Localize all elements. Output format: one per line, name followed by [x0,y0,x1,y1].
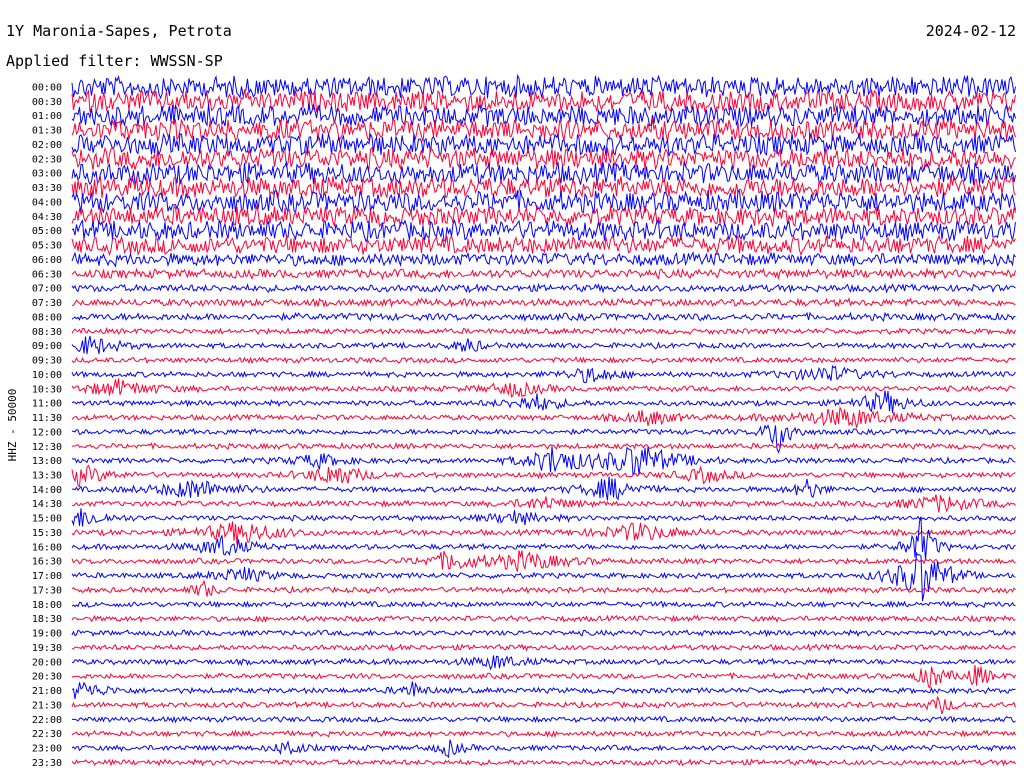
trace-row-0030 [71,89,1016,114]
trace-row-1030 [71,378,1016,398]
time-label: 14:30 [32,499,62,510]
time-label: 07:00 [32,284,62,295]
trace-row-2300 [71,739,1016,759]
trace-row-2000 [71,655,1016,671]
time-label: 14:00 [32,485,62,496]
time-label: 02:30 [32,154,62,165]
time-label: 04:00 [32,198,62,209]
trace-row-1500 [71,508,1016,527]
trace-row-1730 [71,579,1016,597]
time-label: 21:00 [32,686,62,697]
time-label: 15:30 [32,528,62,539]
time-label: 08:30 [32,327,62,338]
time-label: 13:00 [32,456,62,467]
trace-row-0830 [71,326,1016,336]
y-axis-label: HHZ - 50000 [6,389,19,462]
trace-row-1230 [71,441,1016,451]
time-label: 09:00 [32,341,62,352]
trace-row-2330 [71,758,1016,767]
time-label: 02:00 [32,140,62,151]
trace-row-0730 [72,297,1016,309]
time-label: 08:00 [32,312,62,323]
trace-row-0530 [71,234,1016,257]
trace-row-2030 [71,664,1016,689]
time-label: 23:30 [32,758,62,769]
trace-row-1600 [71,517,1016,561]
trace-row-1430 [71,494,1016,513]
helicorder-chart: 00:00 00:30 01:00 01:30 02:00 02:30 03:00 03:30… [6,22,1016,769]
trace-row-1800 [71,599,1016,609]
trace-row-2130 [71,696,1016,715]
time-label: 19:30 [32,643,62,654]
trace-row-1930 [71,643,1016,652]
time-label: 03:00 [32,169,62,180]
trace-row-0330 [71,175,1016,200]
time-label: 05:00 [32,226,62,237]
time-label: 11:30 [32,413,62,424]
trace-row-1130 [71,405,1016,430]
time-label: 13:30 [32,471,62,482]
time-label: 22:30 [32,729,62,740]
time-label: 01:00 [32,111,62,122]
time-label: 12:30 [32,442,62,453]
trace-row-1530 [71,521,1016,545]
time-label: 15:00 [32,514,62,525]
trace-rows [71,73,1016,767]
time-label: 10:00 [32,370,62,381]
time-label: 18:30 [32,614,62,625]
trace-row-0430 [71,204,1016,228]
time-label: 09:30 [32,356,62,367]
trace-row-2200 [71,715,1016,724]
time-label: 00:00 [32,83,62,94]
time-label: 23:00 [32,744,62,755]
trace-row-0900 [71,335,1016,355]
trace-row-0800 [71,311,1016,323]
station-title: 1Y Maronia-Sapes, Petrota [6,22,232,40]
trace-row-1630 [71,550,1016,572]
time-label: 21:30 [32,700,62,711]
time-label: 03:30 [32,183,62,194]
date-label: 2024-02-12 [926,22,1016,40]
time-label: 17:30 [32,586,62,597]
trace-row-0200 [71,132,1016,157]
time-label: 12:00 [32,427,62,438]
trace-row-1100 [71,390,1016,414]
filter-label: Applied filter: WWSSN-SP [6,52,223,70]
trace-row-1330 [71,464,1016,488]
time-label: 22:00 [32,715,62,726]
time-label: 07:30 [32,298,62,309]
trace-row-0500 [71,219,1016,243]
time-label: 06:00 [32,255,62,266]
trace-row-0230 [71,146,1016,171]
time-label: 11:00 [32,399,62,410]
trace-row-1200 [71,424,1016,454]
time-label: 18:00 [32,600,62,611]
time-label: 16:30 [32,557,62,568]
time-label: 16:00 [32,542,62,553]
trace-row-0700 [71,282,1016,294]
trace-row-1400 [71,476,1016,501]
time-label: 17:00 [32,571,62,582]
time-label: 01:30 [32,126,62,137]
trace-row-0600 [71,251,1016,268]
time-label: 06:30 [32,269,62,280]
trace-row-1300 [71,446,1016,477]
time-label: 20:00 [32,657,62,668]
time-label: 04:30 [32,212,62,223]
time-labels: 00:00 00:30 01:00 01:30 02:00 02:30 03:00 03:30… [32,83,62,769]
trace-row-0630 [71,267,1016,281]
trace-row-1900 [71,629,1016,638]
trace-row-1830 [71,614,1016,623]
time-label: 19:00 [32,629,62,640]
time-label: 20:30 [32,672,62,683]
trace-row-1000 [71,364,1016,384]
trace-row-2230 [71,729,1016,738]
trace-row-0930 [71,356,1016,365]
time-label: 10:30 [32,384,62,395]
trace-row-2100 [71,681,1016,699]
time-label: 05:30 [32,241,62,252]
time-label: 00:30 [32,97,62,108]
